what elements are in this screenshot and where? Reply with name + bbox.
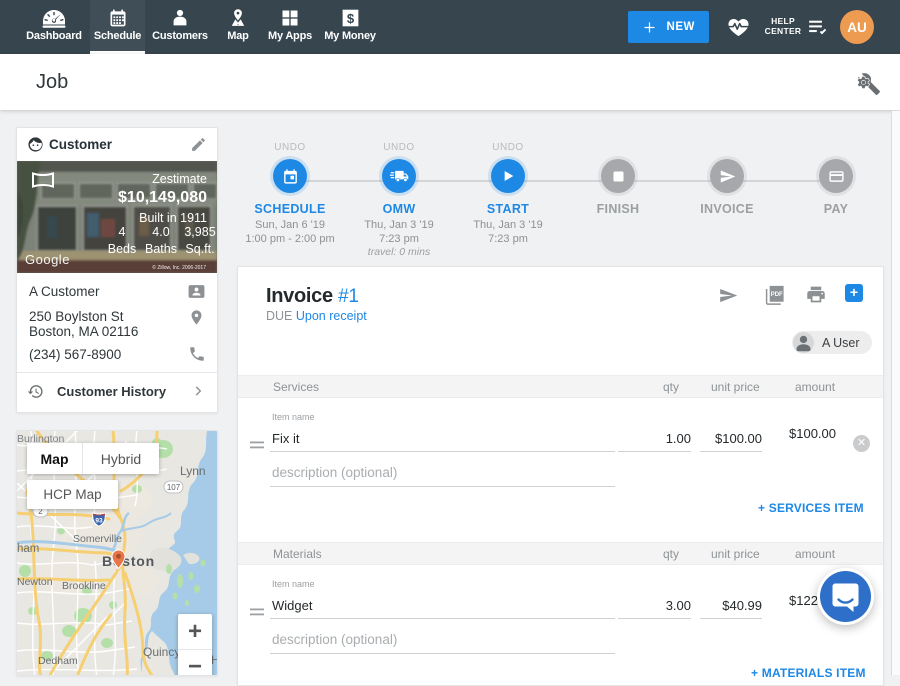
svg-text:Boston: Boston — [102, 553, 155, 569]
svg-text:Somerville: Somerville — [73, 533, 122, 545]
svg-text:Hi: Hi — [211, 653, 218, 667]
svg-text:93: 93 — [95, 518, 103, 525]
svg-text:Quincy: Quincy — [143, 645, 180, 659]
svg-text:ham: ham — [17, 543, 39, 555]
svg-text:$: $ — [346, 11, 354, 26]
svg-text:107: 107 — [167, 483, 181, 492]
svg-text:Newton: Newton — [17, 576, 53, 588]
svg-text:PDF: PDF — [771, 292, 783, 298]
svg-text:Lynn: Lynn — [180, 464, 206, 478]
svg-text:Dedham: Dedham — [38, 655, 78, 667]
svg-text:Brookline: Brookline — [62, 580, 106, 592]
